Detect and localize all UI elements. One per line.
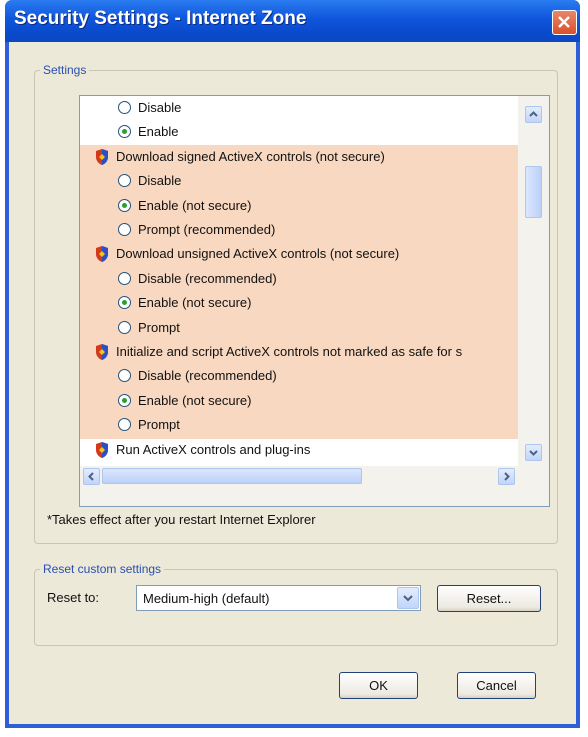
vertical-scroll-thumb[interactable] xyxy=(525,166,542,218)
radio-button[interactable] xyxy=(118,320,131,334)
chevron-left-icon xyxy=(88,472,94,481)
setting-shield-icon xyxy=(96,344,108,360)
restart-note: *Takes effect after you restart Internet… xyxy=(47,512,316,527)
radio-button-selected[interactable] xyxy=(118,296,131,310)
setting-shield-icon xyxy=(96,246,108,263)
close-icon xyxy=(558,16,570,28)
radio-button[interactable] xyxy=(118,369,131,383)
radio-button-selected[interactable] xyxy=(118,393,131,407)
radio-option-label: Disable xyxy=(138,100,182,115)
settings-legend: Settings xyxy=(40,63,90,77)
setting-option[interactable]: Disable (recommended) xyxy=(80,364,518,388)
dialog-body: Settings Disable Enable Download signed Ac… xyxy=(9,42,576,724)
radio-option-label: Enable (not secure) xyxy=(138,392,252,408)
radio-button[interactable] xyxy=(118,271,131,285)
setting-heading-label: Run ActiveX controls and plug-ins xyxy=(116,441,311,457)
radio-button-selected[interactable] xyxy=(118,198,131,212)
radio-option-label: Enable (not secure) xyxy=(138,197,252,213)
scroll-right-button[interactable] xyxy=(498,468,515,485)
vertical-scrollbar[interactable] xyxy=(518,96,549,466)
radio-button[interactable] xyxy=(118,174,131,188)
scroll-up-button[interactable] xyxy=(525,106,542,123)
radio-button[interactable] xyxy=(118,223,131,236)
window-title: Security Settings - Internet Zone xyxy=(14,8,307,29)
setting-option[interactable]: Enable (not secure) xyxy=(80,389,518,413)
setting-option[interactable]: Enable (not secure) xyxy=(80,194,518,218)
setting-shield-icon xyxy=(96,441,108,458)
scroll-down-button[interactable] xyxy=(525,444,542,461)
radio-option-label: Enable (not secure) xyxy=(138,295,252,311)
setting-option[interactable]: Disable xyxy=(80,169,518,193)
radio-option-label: Prompt xyxy=(138,319,180,335)
setting-heading-label: Initialize and script ActiveX controls n… xyxy=(116,344,463,359)
setting-heading: Run ActiveX controls and plug-ins xyxy=(80,438,518,462)
reset-button[interactable]: Reset... xyxy=(437,585,541,612)
radio-option-label: Enable xyxy=(138,124,179,140)
close-button[interactable] xyxy=(552,10,577,35)
chevron-right-icon xyxy=(504,472,510,481)
radio-button-selected[interactable] xyxy=(118,125,131,139)
radio-option-label: Disable (recommended) xyxy=(138,270,277,286)
setting-shield-icon xyxy=(96,148,108,165)
title-bar[interactable]: Security Settings - Internet Zone xyxy=(5,0,580,42)
radio-option-label: Disable (recommended) xyxy=(138,368,277,384)
setting-heading-label: Download unsigned ActiveX controls (not … xyxy=(116,246,400,262)
dropdown-button[interactable] xyxy=(397,587,419,609)
reset-level-select[interactable]: Medium-high (default) xyxy=(136,585,421,611)
scrollbar-corner xyxy=(518,466,549,506)
chevron-up-icon xyxy=(529,111,538,117)
setting-option[interactable]: Disable (recommended) xyxy=(80,267,518,291)
ok-button[interactable]: OK xyxy=(339,672,418,699)
setting-heading: Initialize and script ActiveX controls n… xyxy=(80,340,518,364)
setting-option[interactable]: Prompt (recommended) xyxy=(80,218,518,242)
radio-option-label: Disable xyxy=(138,173,182,189)
radio-button[interactable] xyxy=(118,418,131,432)
setting-option[interactable]: Disable xyxy=(80,96,518,120)
horizontal-scroll-thumb[interactable] xyxy=(102,468,362,484)
settings-list[interactable]: Disable Enable Download signed ActiveX con… xyxy=(79,95,550,507)
reset-level-value: Medium-high (default) xyxy=(143,591,270,606)
chevron-down-icon xyxy=(403,595,413,602)
setting-heading-label: Download signed ActiveX controls (not se… xyxy=(116,148,385,164)
reset-to-label: Reset to: xyxy=(47,590,100,605)
setting-heading: Download signed ActiveX controls (not se… xyxy=(80,145,518,169)
radio-option-label: Prompt (recommended) xyxy=(138,222,276,237)
scroll-left-button[interactable] xyxy=(83,468,100,485)
setting-option[interactable]: Prompt xyxy=(80,316,518,340)
setting-option[interactable]: Enable (not secure) xyxy=(80,291,518,315)
radio-button[interactable] xyxy=(118,101,131,114)
radio-option-label: Prompt xyxy=(138,417,180,433)
horizontal-scrollbar[interactable] xyxy=(80,466,518,506)
dialog-window: Security Settings - Internet Zone Settin… xyxy=(5,0,580,728)
setting-option[interactable]: Enable xyxy=(80,120,518,144)
chevron-down-icon xyxy=(529,450,538,456)
setting-option[interactable]: Prompt xyxy=(80,413,518,437)
cancel-button[interactable]: Cancel xyxy=(457,672,536,699)
reset-legend: Reset custom settings xyxy=(40,562,165,576)
setting-heading: Download unsigned ActiveX controls (not … xyxy=(80,242,518,266)
